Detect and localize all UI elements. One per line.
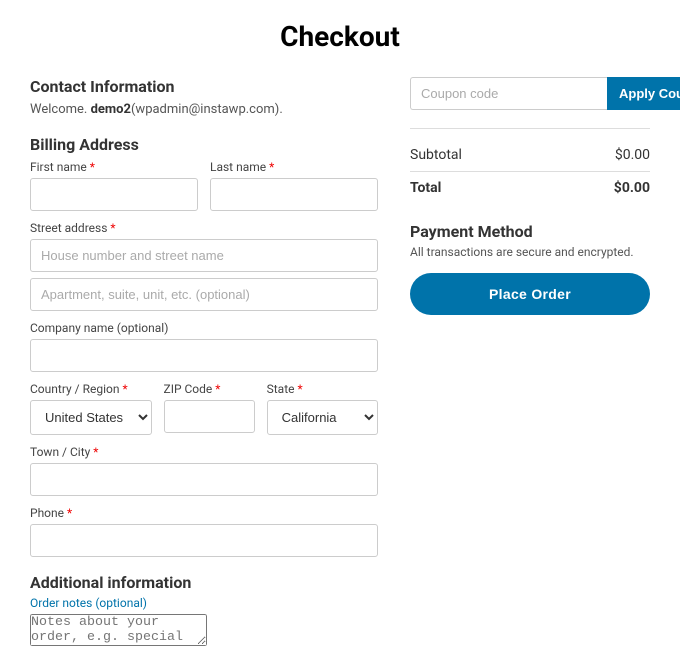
- billing-address-section: Billing Address First name * Last name *: [30, 135, 378, 557]
- payment-method-section: Payment Method All transactions are secu…: [410, 222, 650, 315]
- first-name-input[interactable]: [30, 178, 198, 211]
- additional-info-title: Additional information: [30, 573, 378, 592]
- right-column: Apply Coupon Subtotal $0.00 Total $0.00 …: [410, 77, 650, 331]
- city-row: Town / City *: [30, 445, 378, 496]
- email-text: (wpadmin@instawp.com).: [131, 102, 283, 117]
- welcome-message: Welcome. demo2(wpadmin@instawp.com).: [30, 102, 378, 117]
- zip-group: ZIP Code *: [164, 382, 255, 435]
- street-address-line2-input[interactable]: [30, 278, 378, 311]
- country-label: Country / Region *: [30, 382, 152, 396]
- apply-coupon-button[interactable]: Apply Coupon: [607, 77, 680, 110]
- zip-label: ZIP Code *: [164, 382, 255, 396]
- subtotal-label: Subtotal: [410, 147, 462, 163]
- country-select[interactable]: United States (...: [30, 400, 152, 435]
- street-address-line1-input[interactable]: [30, 239, 378, 272]
- welcome-text: Welcome.: [30, 102, 91, 117]
- order-summary: Subtotal $0.00 Total $0.00: [410, 128, 650, 204]
- subtotal-value: $0.00: [615, 147, 650, 163]
- coupon-input[interactable]: [410, 77, 607, 110]
- first-name-group: First name *: [30, 160, 198, 211]
- street-required: *: [110, 221, 115, 235]
- city-input[interactable]: [30, 463, 378, 496]
- first-name-required: *: [90, 160, 95, 174]
- company-input[interactable]: [30, 339, 378, 372]
- country-group: Country / Region * United States (...: [30, 382, 152, 435]
- first-name-label: First name *: [30, 160, 198, 174]
- street-address-label: Street address *: [30, 221, 378, 235]
- order-notes-label: Order notes (optional): [30, 596, 378, 610]
- secure-text: All transactions are secure and encrypte…: [410, 245, 650, 259]
- street-address-group: Street address *: [30, 221, 378, 311]
- billing-address-title: Billing Address: [30, 135, 378, 154]
- company-label: Company name (optional): [30, 321, 378, 335]
- last-name-required: *: [269, 160, 274, 174]
- city-group: Town / City *: [30, 445, 378, 496]
- page-title: Checkout: [30, 20, 650, 53]
- company-group: Company name (optional): [30, 321, 378, 372]
- phone-group: Phone *: [30, 506, 378, 557]
- left-column: Contact Information Welcome. demo2(wpadm…: [30, 77, 378, 650]
- country-zip-state-row: Country / Region * United States (... ZI…: [30, 382, 378, 435]
- city-label: Town / City *: [30, 445, 378, 459]
- coupon-row: Apply Coupon: [410, 77, 650, 110]
- state-group: State * California: [267, 382, 378, 435]
- state-select[interactable]: California: [267, 400, 378, 435]
- payment-method-title: Payment Method: [410, 222, 650, 241]
- zip-input[interactable]: [164, 400, 255, 433]
- contact-information-section: Contact Information Welcome. demo2(wpadm…: [30, 77, 378, 117]
- phone-input[interactable]: [30, 524, 378, 557]
- total-value: $0.00: [614, 180, 650, 196]
- order-notes-textarea[interactable]: [30, 614, 207, 646]
- last-name-input[interactable]: [210, 178, 378, 211]
- additional-information-section: Additional information Order notes (opti…: [30, 573, 378, 650]
- last-name-label: Last name *: [210, 160, 378, 174]
- name-row: First name * Last name *: [30, 160, 378, 211]
- total-label: Total: [410, 180, 441, 196]
- state-label: State *: [267, 382, 378, 396]
- contact-info-title: Contact Information: [30, 77, 378, 96]
- last-name-group: Last name *: [210, 160, 378, 211]
- total-row: Total $0.00: [410, 171, 650, 204]
- company-row: Company name (optional): [30, 321, 378, 372]
- street-address-row: Street address *: [30, 221, 378, 311]
- subtotal-row: Subtotal $0.00: [410, 139, 650, 171]
- username: demo2: [91, 102, 131, 117]
- place-order-button[interactable]: Place Order: [410, 273, 650, 315]
- phone-label: Phone *: [30, 506, 378, 520]
- phone-row: Phone *: [30, 506, 378, 557]
